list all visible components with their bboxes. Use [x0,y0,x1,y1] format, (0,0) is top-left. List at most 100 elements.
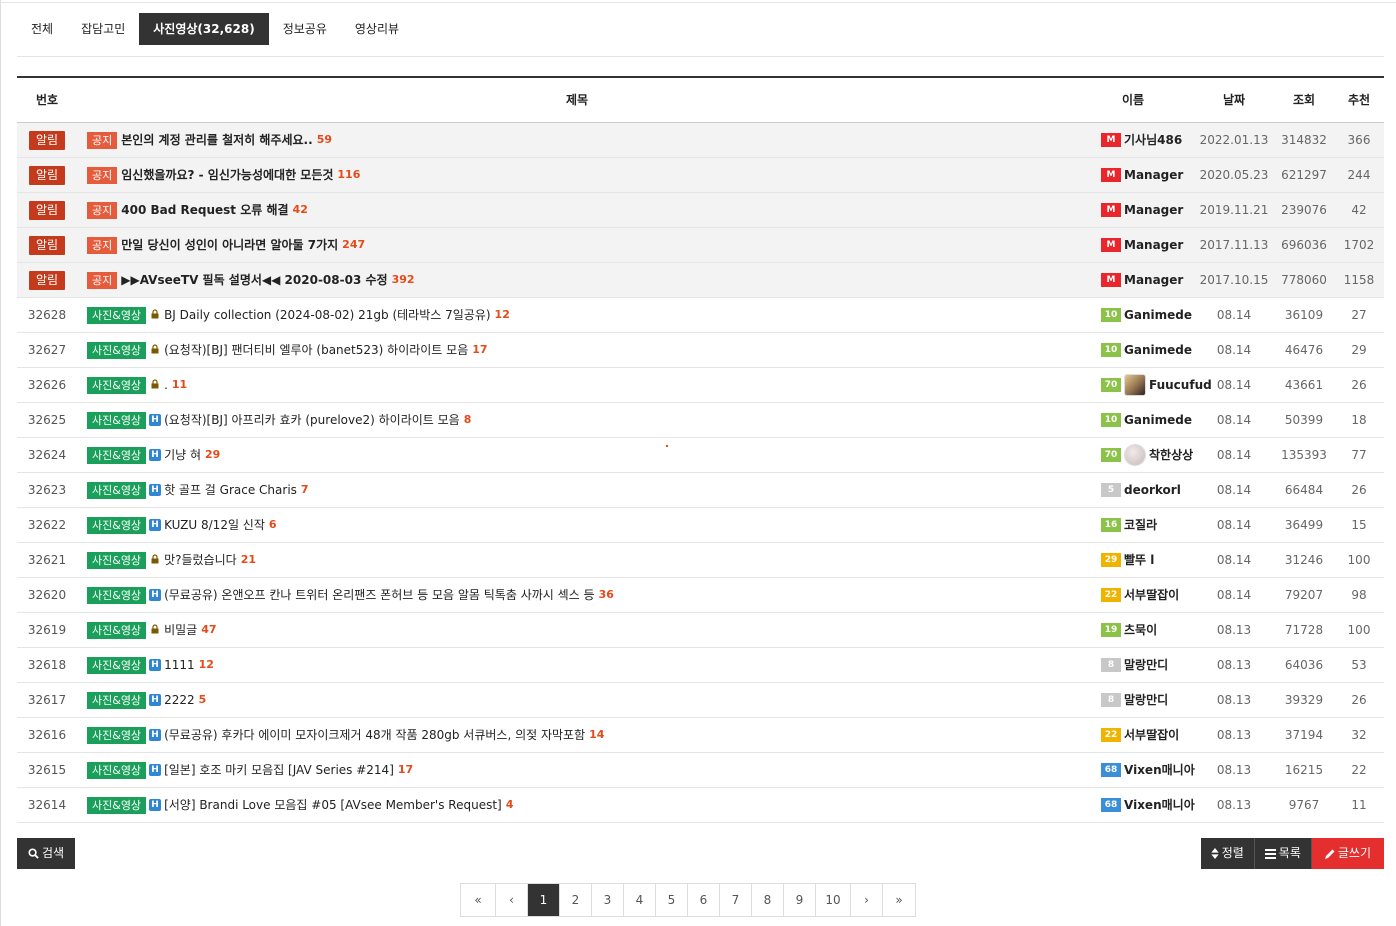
author[interactable]: 5 deorkorl [1085,473,1205,507]
category-badge[interactable]: 공지 [87,131,118,149]
category-badge[interactable]: 공지 [87,166,118,184]
author-name[interactable]: Vixen매니아 [1124,753,1195,787]
post-subject[interactable]: 사진&영상 H (요청작)[BJ] 아프리카 효카 (purelove2) 하이라이… [87,403,1077,437]
author-name[interactable]: 착한상상 [1149,438,1193,472]
page-first-button[interactable]: « [461,884,496,916]
post-subject[interactable]: 공지 400 Bad Request 오류 해결 42 [87,193,1077,227]
post-title-link[interactable]: [서양] Brandi Love 모음집 #05 [AVsee Member's… [164,788,502,822]
author[interactable]: 8 말랑만디 [1085,648,1205,682]
author-name[interactable]: 츠묵이 [1124,613,1157,647]
category-badge[interactable]: 사진&영상 [87,621,147,639]
post-title-link[interactable]: 임신했을까요? - 임신가능성에대한 모든것 [121,158,333,192]
category-badge[interactable]: 사진&영상 [87,411,147,429]
author[interactable]: 68 Vixen매니아 [1085,753,1205,787]
write-button[interactable]: 글쓰기 [1311,838,1384,869]
author[interactable]: 22 서부딸잡이 [1085,578,1205,612]
post-subject[interactable]: 사진&영상 H 2222 5 [87,683,1077,717]
page-4-button[interactable]: 4 [624,884,656,916]
list-button[interactable]: 목록 [1254,838,1312,869]
author[interactable]: M Manager [1085,263,1205,297]
post-subject[interactable]: 사진&영상 H (무료공유) 온앤오프 칸나 트위터 온리팬즈 폰허브 등 모음 알… [87,578,1077,612]
post-title-link[interactable]: 핫 골프 걸 Grace Charis [164,473,297,507]
category-badge[interactable]: 사진&영상 [87,341,147,359]
author[interactable]: 10 Ganimede [1085,298,1205,332]
author[interactable]: 70 착한상상 [1085,438,1205,472]
category-badge[interactable]: 공지 [87,236,118,254]
page-5-button[interactable]: 5 [656,884,688,916]
post-subject[interactable]: 공지 임신했을까요? - 임신가능성에대한 모든것 116 [87,158,1077,192]
author-name[interactable]: 코질라 [1124,508,1157,542]
author-name[interactable]: deorkorl [1124,473,1181,507]
page-8-button[interactable]: 8 [752,884,784,916]
category-badge[interactable]: 사진&영상 [87,586,147,604]
author-name[interactable]: 서부딸잡이 [1124,578,1179,612]
post-subject[interactable]: 공지 만일 당신이 성인이 아니라면 알아둘 7가지 247 [87,228,1077,262]
page-3-button[interactable]: 3 [592,884,624,916]
page-last-button[interactable]: » [883,884,915,916]
tab-4[interactable]: 영상리뷰 [341,13,413,45]
tab-1[interactable]: 잡담고민 [67,13,139,45]
author[interactable]: 29 빨뚜 l [1085,543,1205,577]
author[interactable]: 22 서부딸잡이 [1085,718,1205,752]
category-badge[interactable]: 사진&영상 [87,726,147,744]
post-subject[interactable]: 사진&영상 (요청작)[BJ] 팬더티비 엘루아 (banet523) 하이라이트… [87,333,1077,367]
author[interactable]: 10 Ganimede [1085,403,1205,437]
post-subject[interactable]: 사진&영상 BJ Daily collection (2024-08-02) 21… [87,298,1077,332]
category-badge[interactable]: 사진&영상 [87,551,147,569]
post-subject[interactable]: 사진&영상 H [일본] 호조 마키 모음집 [JAV Series #214] 17 [87,753,1077,787]
author-name[interactable]: 기사님486 [1124,123,1182,157]
author-name[interactable]: Manager [1124,263,1183,297]
post-subject[interactable]: 사진&영상 H 핫 골프 걸 Grace Charis 7 [87,473,1077,507]
author[interactable]: M Manager [1085,228,1205,262]
post-title-link[interactable]: 400 Bad Request 오류 해결 [121,193,288,227]
author-name[interactable]: 빨뚜 l [1124,543,1154,577]
category-badge[interactable]: 사진&영상 [87,376,147,394]
post-title-link[interactable]: 만일 당신이 성인이 아니라면 알아둘 7가지 [121,228,338,262]
author[interactable]: 8 말랑만디 [1085,683,1205,717]
page-6-button[interactable]: 6 [688,884,720,916]
author[interactable]: M Manager [1085,193,1205,227]
post-title-link[interactable]: (요청작)[BJ] 아프리카 효카 (purelove2) 하이라이트 모음 [164,403,460,437]
author-name[interactable]: Ganimede [1124,333,1192,367]
category-badge[interactable]: 사진&영상 [87,446,147,464]
post-subject[interactable]: 사진&영상 H 1111 12 [87,648,1077,682]
category-badge[interactable]: 사진&영상 [87,306,147,324]
post-title-link[interactable]: ▶▶AVseeTV 필독 설명서◀◀ 2020-08-03 수정 [121,263,387,297]
author-name[interactable]: Manager [1124,228,1183,262]
author[interactable]: 19 츠묵이 [1085,613,1205,647]
post-title-link[interactable]: (무료공유) 후카다 에이미 모자이크제거 48개 작품 280gb 서큐버스,… [164,718,585,752]
sort-button[interactable]: 정렬 [1200,838,1255,869]
page-7-button[interactable]: 7 [720,884,752,916]
post-subject[interactable]: 사진&영상 H 기냥 혀 29 [87,438,1077,472]
post-title-link[interactable]: BJ Daily collection (2024-08-02) 21gb (테… [164,298,490,332]
category-badge[interactable]: 사진&영상 [87,656,147,674]
post-subject[interactable]: 사진&영상 비밀글 47 [87,613,1077,647]
page-9-button[interactable]: 9 [784,884,816,916]
post-title-link[interactable]: 비밀글 [164,613,197,647]
tab-3[interactable]: 정보공유 [269,13,341,45]
post-subject[interactable]: 사진&영상 H (무료공유) 후카다 에이미 모자이크제거 48개 작품 280gb… [87,718,1077,752]
post-subject[interactable]: 사진&영상 맛?들렀습니다 21 [87,543,1077,577]
tab-2[interactable]: 사진영상(32,628) [139,13,269,45]
author[interactable]: M Manager [1085,158,1205,192]
author-name[interactable]: Manager [1124,158,1183,192]
category-badge[interactable]: 사진&영상 [87,516,147,534]
post-title-link[interactable]: (무료공유) 온앤오프 칸나 트위터 온리팬즈 폰허브 등 모음 알몸 틱톡춤 … [164,578,595,612]
post-title-link[interactable]: [일본] 호조 마키 모음집 [JAV Series #214] [164,753,394,787]
author[interactable]: M 기사님486 [1085,123,1205,157]
tab-0[interactable]: 전체 [17,13,67,45]
post-title-link[interactable]: 기냥 혀 [164,438,201,472]
post-title-link[interactable]: . [164,368,168,402]
page-2-button[interactable]: 2 [560,884,592,916]
post-title-link[interactable]: 1111 [164,648,195,682]
header-rec[interactable]: 추천 [1329,78,1389,123]
post-subject[interactable]: 공지 본인의 계정 관리를 철저히 해주세요.. 59 [87,123,1077,157]
page-next-button[interactable]: › [851,884,883,916]
category-badge[interactable]: 사진&영상 [87,796,147,814]
author[interactable]: 68 Vixen매니아 [1085,788,1205,822]
post-title-link[interactable]: KUZU 8/12일 신작 [164,508,265,542]
search-button[interactable]: 검색 [17,838,76,869]
category-badge[interactable]: 사진&영상 [87,761,147,779]
page-1-button[interactable]: 1 [528,884,560,916]
author[interactable]: 70 Fuucufud [1085,368,1212,402]
